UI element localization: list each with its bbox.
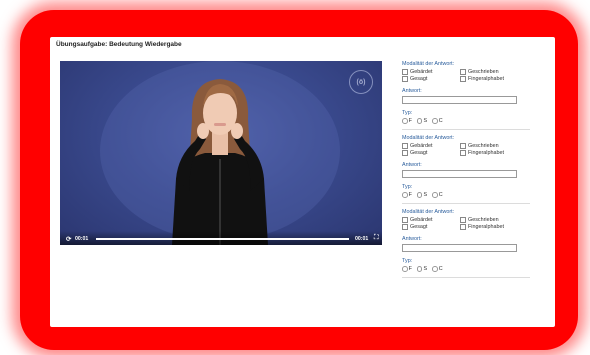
answer-block: Modalität der Antwort: Gebärdet Geschriebe… (402, 135, 530, 204)
modality-options: Gebärdet Geschrieben Gesagt Fingeralphabet (402, 217, 530, 230)
type-radio[interactable]: C (432, 266, 443, 272)
modality-option[interactable]: Gebärdet (402, 217, 460, 223)
checkbox[interactable] (460, 150, 466, 156)
radio-button[interactable] (402, 192, 408, 198)
video-player[interactable]: (ö) ⟳ 00:01 00:01 ⛶ (60, 61, 382, 245)
modality-label: Modalität der Antwort: (402, 135, 455, 141)
checkbox[interactable] (402, 217, 408, 223)
option-label: Geschrieben (468, 143, 499, 149)
option-label: Gebärdet (410, 143, 433, 149)
progress-fill (96, 238, 349, 240)
modality-option[interactable]: Gesagt (402, 224, 460, 230)
radio-button[interactable] (432, 266, 438, 272)
type-options: FSC (402, 266, 530, 272)
type-radio[interactable]: S (416, 192, 428, 198)
radio-button[interactable] (416, 118, 423, 124)
progress-bar[interactable] (96, 238, 349, 240)
video-controls: ⟳ 00:01 00:01 ⛶ (60, 231, 382, 245)
radio-button[interactable] (402, 118, 408, 124)
radio-label: F (408, 266, 412, 272)
type-radio[interactable]: F (402, 266, 412, 272)
checkbox[interactable] (402, 76, 408, 82)
page-background: Übungsaufgabe: Bedeutung Wiedergabe (ö) … (0, 0, 590, 355)
type-radio[interactable]: F (402, 118, 412, 124)
radio-label: F (408, 192, 412, 198)
modality-label: Modalität der Antwort: (402, 61, 455, 67)
answer-input[interactable] (402, 96, 517, 104)
radio-label: S (423, 118, 428, 124)
modality-label: Modalität der Antwort: (402, 209, 455, 215)
type-label: Typ: (402, 258, 413, 264)
radio-label: C (438, 118, 443, 124)
option-label: Fingeralphabet (468, 76, 504, 82)
radio-label: F (408, 118, 412, 124)
modality-option[interactable]: Fingeralphabet (460, 150, 520, 156)
checkbox[interactable] (460, 217, 466, 223)
checkbox[interactable] (402, 143, 408, 149)
radio-label: S (423, 192, 428, 198)
answer-input[interactable] (402, 170, 517, 178)
modality-option[interactable]: Gesagt (402, 76, 460, 82)
radio-button[interactable] (416, 266, 423, 272)
radio-label: C (438, 192, 443, 198)
answer-block: Modalität der Antwort: Gebärdet Geschriebe… (402, 209, 530, 278)
modality-option[interactable]: Fingeralphabet (460, 224, 520, 230)
answer-input[interactable] (402, 244, 517, 252)
answer-panel: Modalität der Antwort: Gebärdet Geschriebe… (402, 61, 530, 283)
radio-label: S (423, 266, 428, 272)
type-label: Typ: (402, 110, 413, 116)
type-radio[interactable]: C (432, 192, 443, 198)
modality-option[interactable]: Geschrieben (460, 69, 520, 75)
checkbox[interactable] (402, 69, 408, 75)
type-radio[interactable]: S (416, 266, 428, 272)
exercise-card: Übungsaufgabe: Bedeutung Wiedergabe (ö) … (50, 37, 555, 327)
option-label: Gebärdet (410, 69, 433, 75)
option-label: Gebärdet (410, 217, 433, 223)
answer-label: Antwort: (402, 162, 422, 168)
option-label: Fingeralphabet (468, 224, 504, 230)
option-label: Fingeralphabet (468, 150, 504, 156)
duration: 00:01 (355, 236, 369, 242)
radio-button[interactable] (432, 118, 438, 124)
radio-button[interactable] (402, 266, 408, 272)
option-label: Geschrieben (468, 217, 499, 223)
current-time: 00:01 (75, 236, 89, 242)
checkbox[interactable] (402, 224, 408, 230)
fullscreen-icon[interactable]: ⛶ (374, 234, 379, 242)
radio-button[interactable] (416, 192, 423, 198)
checkbox[interactable] (460, 69, 466, 75)
type-radio[interactable]: S (416, 118, 428, 124)
modality-options: Gebärdet Geschrieben Gesagt Fingeralphabet (402, 69, 530, 82)
checkbox[interactable] (460, 224, 466, 230)
page-title: Übungsaufgabe: Bedeutung Wiedergabe (56, 41, 182, 48)
modality-option[interactable]: Geschrieben (460, 217, 520, 223)
checkbox[interactable] (402, 150, 408, 156)
type-label: Typ: (402, 184, 413, 190)
answer-label: Antwort: (402, 236, 422, 242)
radio-button[interactable] (432, 192, 438, 198)
type-radio[interactable]: F (402, 192, 412, 198)
radio-label: C (438, 266, 443, 272)
checkbox[interactable] (460, 76, 466, 82)
modality-option[interactable]: Geschrieben (460, 143, 520, 149)
replay-icon[interactable]: ⟳ (66, 235, 71, 243)
watermark-logo: (ö) (349, 70, 373, 94)
answer-label: Antwort: (402, 88, 422, 94)
option-label: Gesagt (410, 224, 428, 230)
type-options: FSC (402, 192, 530, 198)
option-label: Gesagt (410, 150, 428, 156)
video-frame-illustration (100, 61, 340, 245)
modality-option[interactable]: Fingeralphabet (460, 76, 520, 82)
modality-option[interactable]: Gebärdet (402, 69, 460, 75)
type-options: FSC (402, 118, 530, 124)
checkbox[interactable] (460, 143, 466, 149)
modality-option[interactable]: Gebärdet (402, 143, 460, 149)
option-label: Geschrieben (468, 69, 499, 75)
answer-block: Modalität der Antwort: Gebärdet Geschriebe… (402, 61, 530, 130)
modality-options: Gebärdet Geschrieben Gesagt Fingeralphabet (402, 143, 530, 156)
modality-option[interactable]: Gesagt (402, 150, 460, 156)
option-label: Gesagt (410, 76, 428, 82)
type-radio[interactable]: C (432, 118, 443, 124)
